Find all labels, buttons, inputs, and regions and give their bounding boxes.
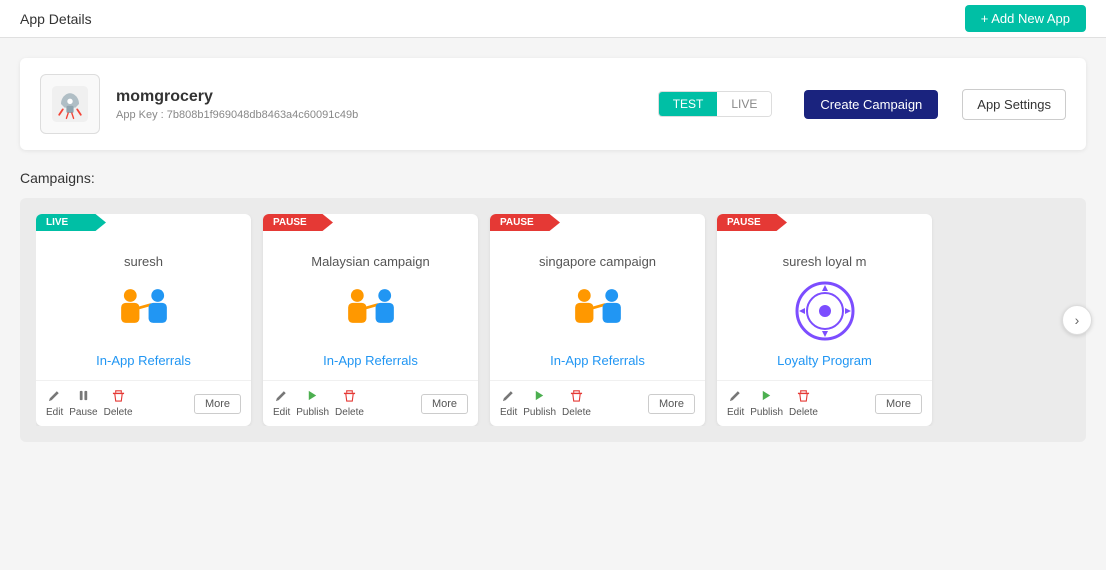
campaign-name: Malaysian campaign (275, 254, 466, 269)
campaigns-grid: LIVEsuresh In-App ReferralsEditPauseDele… (36, 214, 1070, 426)
top-bar: App Details + Add New App (0, 0, 1106, 38)
campaign-body: Malaysian campaign In-App Referrals (263, 214, 478, 380)
action-delete[interactable]: Delete (789, 389, 818, 418)
app-key: App Key : 7b808b1f969048db8463a4c60091c4… (116, 109, 642, 121)
action-delete[interactable]: Delete (104, 389, 133, 418)
campaigns-section: Campaigns: LIVEsuresh In-App ReferralsEd… (20, 170, 1086, 442)
campaign-actions: Edit Publish Delete More (717, 380, 932, 426)
delete-icon (112, 389, 125, 405)
app-header: momgrocery App Key : 7b808b1f969048db846… (40, 74, 1066, 134)
delete-icon (797, 389, 810, 405)
campaign-name: singapore campaign (502, 254, 693, 269)
action-edit[interactable]: Edit (273, 389, 290, 418)
campaign-actions: Edit Publish Delete More (263, 380, 478, 426)
campaign-type: Loyalty Program (729, 353, 920, 368)
campaign-name: suresh (48, 254, 239, 269)
test-toggle-btn[interactable]: TEST (659, 92, 718, 116)
action-publish[interactable]: Publish (523, 389, 556, 418)
app-info: momgrocery App Key : 7b808b1f969048db846… (116, 88, 642, 121)
action-label: Delete (104, 407, 133, 418)
app-settings-button[interactable]: App Settings (962, 89, 1066, 120)
action-label: Edit (46, 407, 63, 418)
edit-icon (729, 389, 742, 405)
edit-icon (502, 389, 515, 405)
delete-icon (343, 389, 356, 405)
campaign-badge: PAUSE (490, 214, 560, 231)
campaign-badge: PAUSE (717, 214, 787, 231)
action-edit[interactable]: Edit (727, 389, 744, 418)
action-label: Pause (69, 407, 97, 418)
campaign-actions: Edit Publish Delete More (490, 380, 705, 426)
live-toggle-btn[interactable]: LIVE (717, 92, 771, 116)
campaign-actions: Edit Pause Delete More (36, 380, 251, 426)
action-publish[interactable]: Publish (296, 389, 329, 418)
app-icon (40, 74, 100, 134)
more-button[interactable]: More (875, 394, 922, 414)
publish-icon (760, 389, 773, 405)
page-title: App Details (20, 11, 92, 27)
action-label: Delete (789, 407, 818, 418)
action-delete[interactable]: Delete (335, 389, 364, 418)
campaign-icon (112, 279, 176, 343)
campaign-icon (339, 279, 403, 343)
campaign-card: PAUSEsuresh loyal m Loyalty ProgramEditP… (717, 214, 932, 426)
edit-icon (275, 389, 288, 405)
delete-icon (570, 389, 583, 405)
campaign-type: In-App Referrals (48, 353, 239, 368)
action-label: Edit (273, 407, 290, 418)
more-button[interactable]: More (421, 394, 468, 414)
action-pause[interactable]: Pause (69, 389, 97, 418)
campaign-body: singapore campaign In-App Referrals (490, 214, 705, 380)
pause-icon (77, 389, 90, 405)
more-button[interactable]: More (648, 394, 695, 414)
more-button[interactable]: More (194, 394, 241, 414)
campaign-icon (793, 279, 857, 343)
action-edit[interactable]: Edit (46, 389, 63, 418)
publish-icon (533, 389, 546, 405)
edit-icon (48, 389, 61, 405)
action-label: Edit (500, 407, 517, 418)
campaign-type: In-App Referrals (502, 353, 693, 368)
campaign-type: In-App Referrals (275, 353, 466, 368)
add-new-app-button[interactable]: + Add New App (965, 5, 1086, 32)
action-publish[interactable]: Publish (750, 389, 783, 418)
publish-icon (306, 389, 319, 405)
campaign-badge: PAUSE (263, 214, 333, 231)
campaign-card: PAUSEsingapore campaign In-App Referrals… (490, 214, 705, 426)
app-name: momgrocery (116, 88, 642, 106)
campaign-body: suresh loyal m Loyalty Program (717, 214, 932, 380)
campaign-card: PAUSEMalaysian campaign In-App Referrals… (263, 214, 478, 426)
test-live-toggle[interactable]: TEST LIVE (658, 91, 773, 117)
campaigns-label: Campaigns: (20, 170, 1086, 186)
action-label: Delete (335, 407, 364, 418)
action-label: Publish (523, 407, 556, 418)
campaign-icon (566, 279, 630, 343)
action-delete[interactable]: Delete (562, 389, 591, 418)
campaign-badge: LIVE (36, 214, 106, 231)
campaigns-wrapper: LIVEsuresh In-App ReferralsEditPauseDele… (20, 198, 1086, 442)
campaign-name: suresh loyal m (729, 254, 920, 269)
campaign-body: suresh In-App Referrals (36, 214, 251, 380)
action-label: Publish (750, 407, 783, 418)
rocket-icon (52, 86, 88, 122)
action-label: Publish (296, 407, 329, 418)
campaign-card: LIVEsuresh In-App ReferralsEditPauseDele… (36, 214, 251, 426)
action-edit[interactable]: Edit (500, 389, 517, 418)
app-card: momgrocery App Key : 7b808b1f969048db846… (20, 58, 1086, 150)
action-label: Edit (727, 407, 744, 418)
next-arrow[interactable]: › (1062, 305, 1092, 335)
action-label: Delete (562, 407, 591, 418)
create-campaign-button[interactable]: Create Campaign (804, 90, 938, 119)
